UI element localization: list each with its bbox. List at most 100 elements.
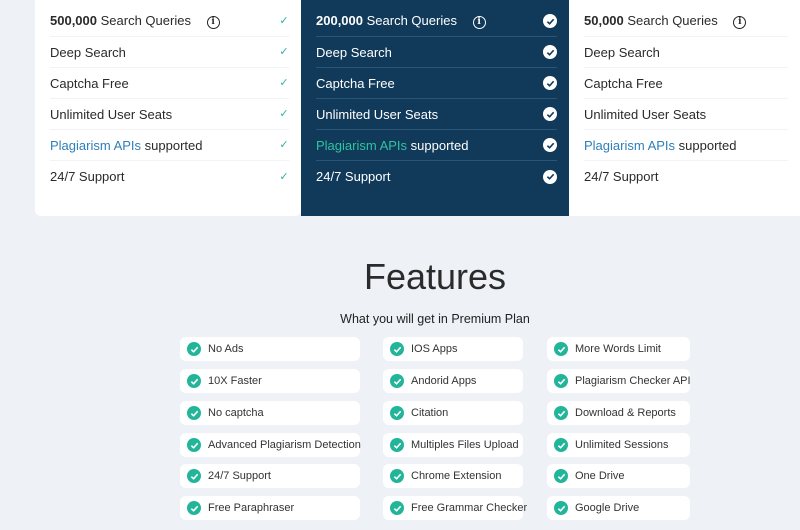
check-circle-icon	[187, 469, 201, 483]
check-circle-icon	[543, 14, 557, 28]
plan-row-api: Plagiarism APIs supported	[316, 130, 557, 161]
check-circle-icon	[187, 406, 201, 420]
plan-row-queries: 200,000 Search Queries i	[316, 6, 557, 37]
check-circle-icon	[543, 45, 557, 59]
feature-label: Captcha Free	[50, 75, 129, 91]
feature-label: Deep Search	[584, 44, 660, 60]
feature-label: No captcha	[208, 407, 264, 419]
info-icon[interactable]: i	[206, 15, 220, 29]
feature-label: Google Drive	[575, 502, 640, 514]
check-circle-icon	[390, 406, 404, 420]
feature-item: 10X Faster	[180, 369, 360, 393]
feature-label: Unlimited User Seats	[50, 106, 173, 122]
feature-label: Unlimited Sessions	[575, 439, 669, 451]
api-suffix: supported	[410, 137, 469, 153]
check-circle-icon	[543, 169, 557, 184]
check-circle-icon	[543, 138, 557, 152]
feature-label: Andorid Apps	[411, 375, 477, 387]
feature-label: One Drive	[575, 470, 625, 482]
plan-row-feature: Captcha Free	[584, 68, 788, 99]
check-icon: ✓	[279, 170, 289, 183]
check-circle-icon	[187, 342, 201, 356]
feature-label: Advanced Plagiarism Detection	[208, 439, 361, 451]
check-icon: ✓	[279, 77, 289, 89]
api-suffix: supported	[678, 137, 737, 153]
support-label: 24/7 Support	[316, 169, 391, 184]
plan-row-feature: Captcha Free	[316, 68, 557, 99]
plan-row-support: 24/7 Support	[584, 161, 788, 192]
plagiarism-apis-link[interactable]: Plagiarism APIs	[584, 138, 675, 153]
queries-label: Search Queries	[100, 13, 191, 29]
feature-label: Download & Reports	[575, 407, 676, 419]
plan-row-support: 24/7 Support ✓	[50, 161, 289, 192]
plan-row-support: 24/7 Support	[316, 161, 557, 192]
feature-item: Chrome Extension	[383, 464, 523, 488]
plagiarism-apis-link[interactable]: Plagiarism APIs	[316, 138, 407, 153]
check-icon: ✓	[279, 15, 289, 27]
support-label: 24/7 Support	[50, 169, 125, 184]
feature-label: IOS Apps	[411, 343, 458, 355]
feature-item: Free Paraphraser	[180, 496, 360, 520]
feature-item: Google Drive	[547, 496, 690, 520]
feature-item: Free Grammar Checker	[383, 496, 527, 520]
check-circle-icon	[390, 374, 404, 388]
queries-number: 200,000	[316, 13, 363, 29]
check-icon: ✓	[279, 46, 289, 58]
feature-label: Multiples Files Upload	[411, 439, 519, 451]
check-circle-icon	[187, 438, 201, 452]
check-circle-icon	[390, 438, 404, 452]
feature-item: No Ads	[180, 337, 360, 361]
queries-number: 50,000	[584, 13, 624, 29]
pricing-features-page: 500,000 Search Queries i ✓ Deep Search ✓…	[0, 0, 800, 530]
check-circle-icon	[390, 469, 404, 483]
plan-row-feature: Captcha Free ✓	[50, 68, 289, 99]
queries-label: Search Queries	[627, 13, 718, 29]
check-circle-icon	[390, 342, 404, 356]
queries-label: Search Queries	[366, 13, 457, 29]
queries-number: 500,000	[50, 13, 97, 29]
api-suffix: supported	[144, 137, 203, 153]
feature-label: Plagiarism Checker API	[575, 375, 691, 387]
feature-label: Unlimited User Seats	[584, 106, 707, 122]
plan-row-feature: Deep Search	[316, 37, 557, 68]
plan-card-50k: 50,000 Search Queries i Deep Search Capt…	[569, 0, 800, 216]
check-circle-icon	[554, 374, 568, 388]
plan-row-api: Plagiarism APIs supported	[584, 130, 788, 161]
feature-item: 24/7 Support	[180, 464, 360, 488]
feature-label: Captcha Free	[584, 75, 663, 91]
feature-item: Multiples Files Upload	[383, 433, 523, 457]
check-circle-icon	[543, 107, 557, 121]
check-circle-icon	[187, 501, 201, 515]
plan-row-queries: 500,000 Search Queries i ✓	[50, 6, 289, 37]
feature-label: 10X Faster	[208, 375, 262, 387]
feature-label: Chrome Extension	[411, 470, 502, 482]
feature-label: Citation	[411, 407, 449, 419]
feature-item: One Drive	[547, 464, 690, 488]
plan-row-feature: Deep Search	[584, 37, 788, 68]
check-circle-icon	[187, 374, 201, 388]
feature-label: Captcha Free	[316, 75, 395, 91]
check-circle-icon	[543, 76, 557, 90]
feature-item: Andorid Apps	[383, 369, 523, 393]
check-icon: ✓	[279, 108, 289, 120]
check-circle-icon	[390, 501, 404, 515]
check-circle-icon	[554, 342, 568, 356]
feature-label: More Words Limit	[575, 343, 661, 355]
features-heading: Features	[363, 256, 507, 297]
feature-label: No Ads	[208, 343, 244, 355]
feature-item: Citation	[383, 401, 523, 425]
check-circle-icon	[554, 501, 568, 515]
plan-row-feature: Unlimited User Seats	[584, 99, 788, 130]
support-label: 24/7 Support	[584, 169, 659, 184]
feature-item: IOS Apps	[383, 337, 523, 361]
plan-card-500k: 500,000 Search Queries i ✓ Deep Search ✓…	[35, 0, 301, 216]
check-circle-icon	[554, 438, 568, 452]
info-icon[interactable]: i	[472, 15, 486, 29]
plan-card-200k: 200,000 Search Queries i Deep Search Cap…	[301, 0, 569, 216]
check-icon: ✓	[279, 139, 289, 151]
feature-item: More Words Limit	[547, 337, 690, 361]
feature-label: Unlimited User Seats	[316, 106, 439, 122]
info-icon[interactable]: i	[733, 15, 747, 29]
feature-item: No captcha	[180, 401, 360, 425]
plagiarism-apis-link[interactable]: Plagiarism APIs	[50, 138, 141, 153]
